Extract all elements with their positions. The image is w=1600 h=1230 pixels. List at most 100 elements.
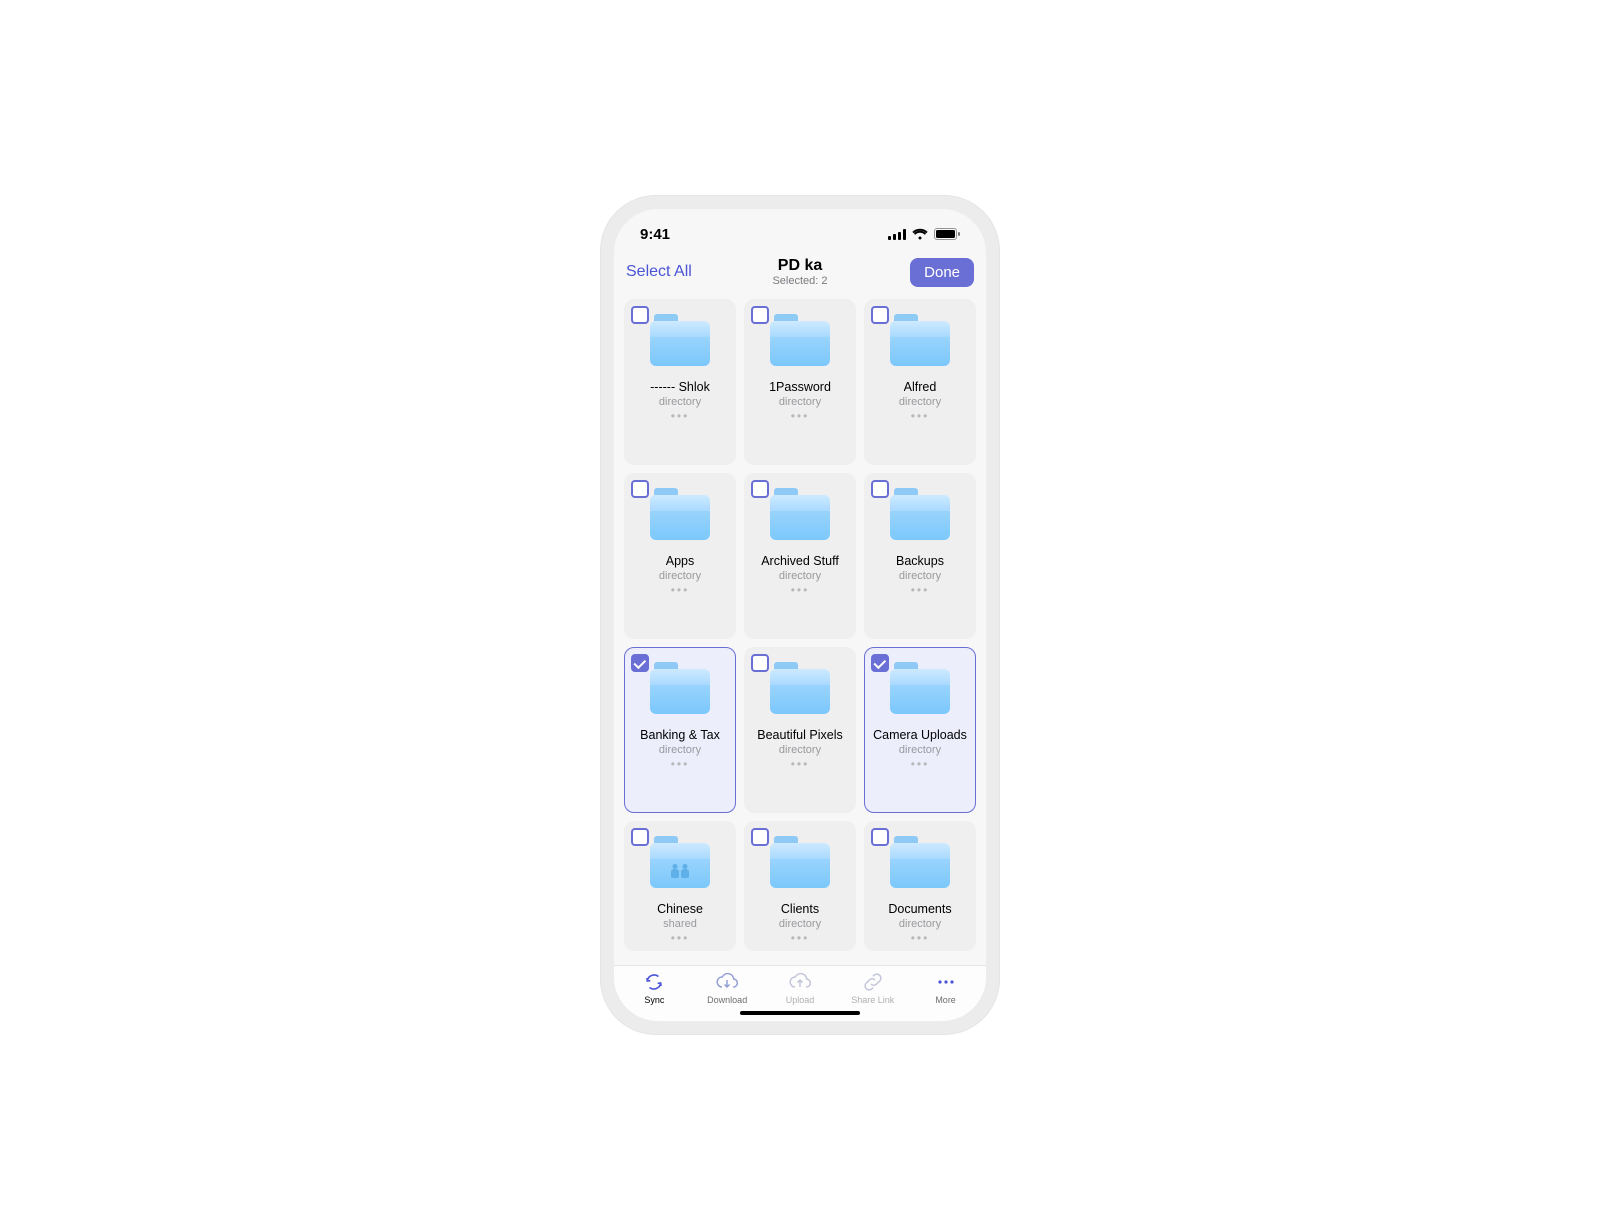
folder-card[interactable]: Backups directory ••• [864, 473, 976, 639]
more-label: More [935, 995, 956, 1005]
download-label: Download [707, 995, 747, 1005]
home-indicator[interactable] [740, 1011, 860, 1015]
folder-name: Chinese [657, 902, 703, 916]
sync-button[interactable]: Sync [624, 972, 684, 1005]
folder-card[interactable]: Archived Stuff directory ••• [744, 473, 856, 639]
folder-more-icon[interactable]: ••• [671, 410, 690, 422]
more-icon [935, 972, 957, 992]
share-link-icon [862, 972, 884, 992]
folder-more-icon[interactable]: ••• [911, 410, 930, 422]
folder-name: Banking & Tax [640, 728, 720, 742]
status-time: 9:41 [640, 226, 670, 243]
folder-card[interactable]: Apps directory ••• [624, 473, 736, 639]
folder-icon [770, 314, 830, 366]
folder-more-icon[interactable]: ••• [911, 932, 930, 944]
folder-grid-container[interactable]: ------ Shlok directory ••• 1Password directo… [614, 295, 986, 965]
upload-button[interactable]: Upload [770, 972, 830, 1005]
folder-name: Apps [666, 554, 695, 568]
folder-type: directory [779, 918, 821, 930]
folder-name: Beautiful Pixels [757, 728, 842, 742]
sync-label: Sync [644, 995, 664, 1005]
folder-card[interactable]: Beautiful Pixelsdirectory••• [744, 647, 856, 813]
share-link-button[interactable]: Share Link [843, 972, 903, 1005]
folder-name: ------ Shlok [650, 380, 710, 394]
folder-card[interactable]: Documents directory ••• [864, 821, 976, 951]
folder-checkbox[interactable] [871, 480, 889, 498]
status-icons [888, 228, 960, 240]
folder-card[interactable]: Banking & Tax directory ••• [624, 647, 736, 813]
nav-header: Select All PD ka Selected: 2 Done [614, 249, 986, 295]
folder-icon [650, 662, 710, 714]
folder-more-icon[interactable]: ••• [911, 584, 930, 596]
folder-type: directory [659, 744, 701, 756]
folder-more-icon[interactable]: ••• [671, 932, 690, 944]
folder-more-icon[interactable]: ••• [671, 758, 690, 770]
folder-checkbox[interactable] [751, 828, 769, 846]
folder-more-icon[interactable]: ••• [671, 584, 690, 596]
folder-name: 1Password [769, 380, 831, 394]
folder-more-icon[interactable]: ••• [791, 584, 810, 596]
folder-checkbox[interactable] [631, 654, 649, 672]
canvas: 9:41 Select All PD ka [0, 0, 1600, 1230]
folder-card[interactable]: Chinese shared ••• [624, 821, 736, 951]
folder-icon [890, 488, 950, 540]
folder-more-icon[interactable]: ••• [791, 410, 810, 422]
folder-card[interactable]: Alfreddirectory••• [864, 299, 976, 465]
folder-checkbox[interactable] [631, 306, 649, 324]
folder-card[interactable]: Camera Uploads directory ••• [864, 647, 976, 813]
folder-icon [650, 488, 710, 540]
folder-checkbox[interactable] [871, 306, 889, 324]
folder-checkbox[interactable] [751, 654, 769, 672]
nav-title-group: PD ka Selected: 2 [712, 257, 888, 288]
more-button[interactable]: More [916, 972, 976, 1005]
folder-type: directory [899, 570, 941, 582]
select-all-button[interactable]: Select All [626, 263, 712, 281]
folder-checkbox[interactable] [751, 480, 769, 498]
sync-icon [643, 972, 665, 992]
folder-type: directory [659, 570, 701, 582]
battery-icon [934, 228, 960, 240]
folder-card[interactable]: ------ Shlok directory ••• [624, 299, 736, 465]
folder-checkbox[interactable] [871, 828, 889, 846]
folder-icon [890, 662, 950, 714]
folder-name: Camera Uploads [873, 728, 967, 742]
folder-type: directory [899, 918, 941, 930]
shared-folder-icon [650, 836, 710, 888]
folder-checkbox[interactable] [631, 828, 649, 846]
folder-type: directory [899, 744, 941, 756]
selection-count: Selected: 2 [712, 275, 888, 287]
folder-name: Documents [888, 902, 951, 916]
folder-icon [770, 836, 830, 888]
download-button[interactable]: Download [697, 972, 757, 1005]
folder-grid: ------ Shlok directory ••• 1Password directo… [624, 299, 976, 951]
wifi-icon [912, 228, 928, 240]
cellular-icon [888, 229, 906, 240]
folder-more-icon[interactable]: ••• [791, 932, 810, 944]
folder-card[interactable]: 1Password directory ••• [744, 299, 856, 465]
folder-type: directory [779, 570, 821, 582]
upload-icon [789, 972, 811, 992]
folder-name: Archived Stuff [761, 554, 839, 568]
phone-frame: 9:41 Select All PD ka [600, 195, 1000, 1035]
folder-name: Clients [781, 902, 819, 916]
folder-icon [890, 836, 950, 888]
folder-type: directory [779, 396, 821, 408]
status-bar: 9:41 [614, 209, 986, 249]
folder-name: Backups [896, 554, 944, 568]
folder-checkbox[interactable] [871, 654, 889, 672]
folder-type: shared [663, 918, 697, 930]
share-link-label: Share Link [851, 995, 894, 1005]
phone-screen: 9:41 Select All PD ka [614, 209, 986, 1021]
download-icon [716, 972, 738, 992]
folder-card[interactable]: Clients directory ••• [744, 821, 856, 951]
folder-checkbox[interactable] [631, 480, 649, 498]
folder-checkbox[interactable] [751, 306, 769, 324]
folder-more-icon[interactable]: ••• [911, 758, 930, 770]
folder-icon [890, 314, 950, 366]
folder-more-icon[interactable]: ••• [791, 758, 810, 770]
upload-label: Upload [786, 995, 815, 1005]
done-button[interactable]: Done [910, 258, 974, 287]
page-title: PD ka [712, 257, 888, 275]
folder-name: Alfred [904, 380, 937, 394]
folder-type: directory [659, 396, 701, 408]
